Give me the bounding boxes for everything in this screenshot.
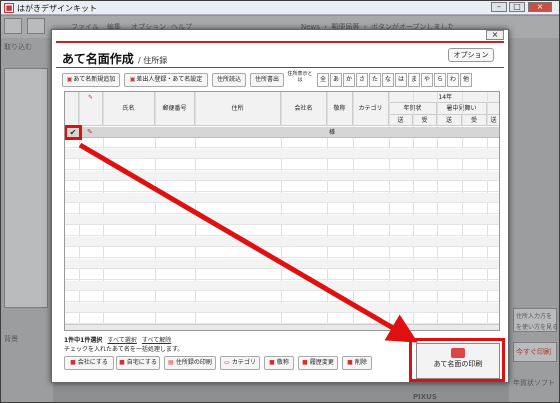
guide-arrow [78,142,418,343]
guide-arrow-overlay [78,142,418,343]
